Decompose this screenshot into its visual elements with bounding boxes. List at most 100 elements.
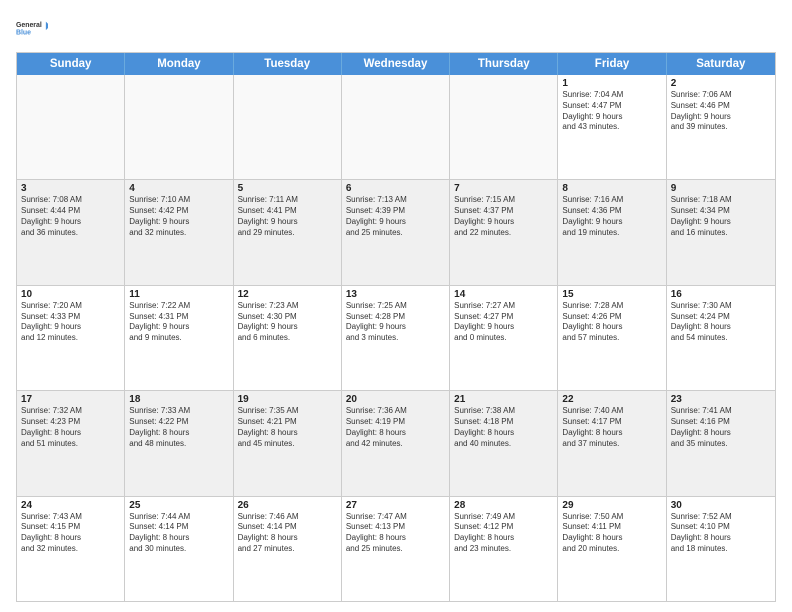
svg-text:General: General <box>16 22 42 29</box>
day-number: 17 <box>21 394 120 405</box>
cal-cell <box>234 75 342 179</box>
cal-cell: 28Sunrise: 7:49 AM Sunset: 4:12 PM Dayli… <box>450 497 558 601</box>
day-number: 10 <box>21 289 120 300</box>
day-info: Sunrise: 7:50 AM Sunset: 4:11 PM Dayligh… <box>562 512 661 555</box>
cal-week-1: 1Sunrise: 7:04 AM Sunset: 4:47 PM Daylig… <box>17 75 775 180</box>
cal-cell <box>342 75 450 179</box>
day-number: 3 <box>21 183 120 194</box>
cal-header-tuesday: Tuesday <box>234 53 342 75</box>
day-number: 5 <box>238 183 337 194</box>
cal-header-thursday: Thursday <box>450 53 558 75</box>
day-number: 28 <box>454 500 553 511</box>
day-info: Sunrise: 7:36 AM Sunset: 4:19 PM Dayligh… <box>346 406 445 449</box>
cal-cell: 6Sunrise: 7:13 AM Sunset: 4:39 PM Daylig… <box>342 180 450 284</box>
cal-week-4: 17Sunrise: 7:32 AM Sunset: 4:23 PM Dayli… <box>17 391 775 496</box>
day-number: 22 <box>562 394 661 405</box>
day-number: 4 <box>129 183 228 194</box>
day-number: 20 <box>346 394 445 405</box>
day-number: 14 <box>454 289 553 300</box>
day-info: Sunrise: 7:52 AM Sunset: 4:10 PM Dayligh… <box>671 512 771 555</box>
day-info: Sunrise: 7:08 AM Sunset: 4:44 PM Dayligh… <box>21 195 120 238</box>
cal-cell: 2Sunrise: 7:06 AM Sunset: 4:46 PM Daylig… <box>667 75 775 179</box>
day-number: 30 <box>671 500 771 511</box>
cal-cell: 23Sunrise: 7:41 AM Sunset: 4:16 PM Dayli… <box>667 391 775 495</box>
day-number: 29 <box>562 500 661 511</box>
day-number: 12 <box>238 289 337 300</box>
day-info: Sunrise: 7:49 AM Sunset: 4:12 PM Dayligh… <box>454 512 553 555</box>
cal-cell: 14Sunrise: 7:27 AM Sunset: 4:27 PM Dayli… <box>450 286 558 390</box>
day-info: Sunrise: 7:27 AM Sunset: 4:27 PM Dayligh… <box>454 301 553 344</box>
cal-cell: 29Sunrise: 7:50 AM Sunset: 4:11 PM Dayli… <box>558 497 666 601</box>
day-number: 1 <box>562 78 661 89</box>
cal-cell: 22Sunrise: 7:40 AM Sunset: 4:17 PM Dayli… <box>558 391 666 495</box>
calendar: SundayMondayTuesdayWednesdayThursdayFrid… <box>16 52 776 602</box>
cal-header-monday: Monday <box>125 53 233 75</box>
svg-text:Blue: Blue <box>16 29 31 36</box>
day-number: 27 <box>346 500 445 511</box>
day-info: Sunrise: 7:28 AM Sunset: 4:26 PM Dayligh… <box>562 301 661 344</box>
cal-cell <box>125 75 233 179</box>
day-info: Sunrise: 7:30 AM Sunset: 4:24 PM Dayligh… <box>671 301 771 344</box>
day-number: 18 <box>129 394 228 405</box>
day-number: 6 <box>346 183 445 194</box>
day-number: 26 <box>238 500 337 511</box>
cal-cell: 5Sunrise: 7:11 AM Sunset: 4:41 PM Daylig… <box>234 180 342 284</box>
cal-week-3: 10Sunrise: 7:20 AM Sunset: 4:33 PM Dayli… <box>17 286 775 391</box>
header: General Blue <box>16 12 776 44</box>
day-info: Sunrise: 7:44 AM Sunset: 4:14 PM Dayligh… <box>129 512 228 555</box>
calendar-header: SundayMondayTuesdayWednesdayThursdayFrid… <box>17 53 775 75</box>
day-number: 11 <box>129 289 228 300</box>
calendar-body: 1Sunrise: 7:04 AM Sunset: 4:47 PM Daylig… <box>17 75 775 601</box>
day-info: Sunrise: 7:33 AM Sunset: 4:22 PM Dayligh… <box>129 406 228 449</box>
cal-cell: 4Sunrise: 7:10 AM Sunset: 4:42 PM Daylig… <box>125 180 233 284</box>
day-number: 19 <box>238 394 337 405</box>
day-number: 25 <box>129 500 228 511</box>
day-info: Sunrise: 7:18 AM Sunset: 4:34 PM Dayligh… <box>671 195 771 238</box>
day-number: 24 <box>21 500 120 511</box>
day-info: Sunrise: 7:22 AM Sunset: 4:31 PM Dayligh… <box>129 301 228 344</box>
day-number: 21 <box>454 394 553 405</box>
day-info: Sunrise: 7:38 AM Sunset: 4:18 PM Dayligh… <box>454 406 553 449</box>
day-info: Sunrise: 7:04 AM Sunset: 4:47 PM Dayligh… <box>562 90 661 133</box>
day-info: Sunrise: 7:10 AM Sunset: 4:42 PM Dayligh… <box>129 195 228 238</box>
day-info: Sunrise: 7:32 AM Sunset: 4:23 PM Dayligh… <box>21 406 120 449</box>
cal-cell <box>17 75 125 179</box>
cal-cell: 30Sunrise: 7:52 AM Sunset: 4:10 PM Dayli… <box>667 497 775 601</box>
cal-cell: 9Sunrise: 7:18 AM Sunset: 4:34 PM Daylig… <box>667 180 775 284</box>
cal-cell: 12Sunrise: 7:23 AM Sunset: 4:30 PM Dayli… <box>234 286 342 390</box>
day-info: Sunrise: 7:20 AM Sunset: 4:33 PM Dayligh… <box>21 301 120 344</box>
cal-cell: 26Sunrise: 7:46 AM Sunset: 4:14 PM Dayli… <box>234 497 342 601</box>
cal-cell: 24Sunrise: 7:43 AM Sunset: 4:15 PM Dayli… <box>17 497 125 601</box>
cal-cell: 25Sunrise: 7:44 AM Sunset: 4:14 PM Dayli… <box>125 497 233 601</box>
cal-cell: 8Sunrise: 7:16 AM Sunset: 4:36 PM Daylig… <box>558 180 666 284</box>
day-info: Sunrise: 7:15 AM Sunset: 4:37 PM Dayligh… <box>454 195 553 238</box>
day-number: 15 <box>562 289 661 300</box>
cal-cell: 27Sunrise: 7:47 AM Sunset: 4:13 PM Dayli… <box>342 497 450 601</box>
day-number: 9 <box>671 183 771 194</box>
cal-cell: 18Sunrise: 7:33 AM Sunset: 4:22 PM Dayli… <box>125 391 233 495</box>
logo-svg: General Blue <box>16 12 48 44</box>
cal-header-sunday: Sunday <box>17 53 125 75</box>
cal-cell: 3Sunrise: 7:08 AM Sunset: 4:44 PM Daylig… <box>17 180 125 284</box>
day-number: 7 <box>454 183 553 194</box>
day-info: Sunrise: 7:35 AM Sunset: 4:21 PM Dayligh… <box>238 406 337 449</box>
cal-cell: 19Sunrise: 7:35 AM Sunset: 4:21 PM Dayli… <box>234 391 342 495</box>
cal-week-2: 3Sunrise: 7:08 AM Sunset: 4:44 PM Daylig… <box>17 180 775 285</box>
cal-cell: 7Sunrise: 7:15 AM Sunset: 4:37 PM Daylig… <box>450 180 558 284</box>
day-info: Sunrise: 7:43 AM Sunset: 4:15 PM Dayligh… <box>21 512 120 555</box>
day-number: 8 <box>562 183 661 194</box>
cal-header-wednesday: Wednesday <box>342 53 450 75</box>
cal-cell: 21Sunrise: 7:38 AM Sunset: 4:18 PM Dayli… <box>450 391 558 495</box>
cal-header-friday: Friday <box>558 53 666 75</box>
day-number: 13 <box>346 289 445 300</box>
day-info: Sunrise: 7:13 AM Sunset: 4:39 PM Dayligh… <box>346 195 445 238</box>
cal-cell: 16Sunrise: 7:30 AM Sunset: 4:24 PM Dayli… <box>667 286 775 390</box>
day-info: Sunrise: 7:23 AM Sunset: 4:30 PM Dayligh… <box>238 301 337 344</box>
cal-cell: 13Sunrise: 7:25 AM Sunset: 4:28 PM Dayli… <box>342 286 450 390</box>
cal-cell: 11Sunrise: 7:22 AM Sunset: 4:31 PM Dayli… <box>125 286 233 390</box>
day-info: Sunrise: 7:06 AM Sunset: 4:46 PM Dayligh… <box>671 90 771 133</box>
day-info: Sunrise: 7:11 AM Sunset: 4:41 PM Dayligh… <box>238 195 337 238</box>
day-number: 2 <box>671 78 771 89</box>
day-number: 23 <box>671 394 771 405</box>
day-info: Sunrise: 7:41 AM Sunset: 4:16 PM Dayligh… <box>671 406 771 449</box>
